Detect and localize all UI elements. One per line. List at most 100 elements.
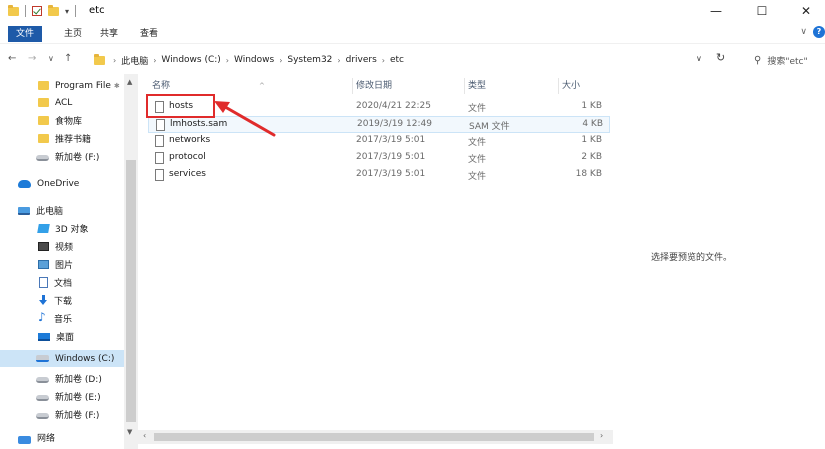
address-dropdown-button[interactable]: ∨ — [696, 54, 702, 63]
recent-locations-button[interactable]: ∨ — [48, 54, 54, 63]
computer-icon — [18, 206, 30, 215]
nav-item-acl[interactable]: ACL — [0, 94, 124, 111]
file-icon — [156, 119, 165, 131]
file-name: services — [169, 169, 206, 179]
file-row-services[interactable]: services 2017/3/19 5:01 文件 18 KB — [148, 167, 610, 184]
column-divider[interactable] — [464, 78, 465, 94]
file-type: 文件 — [468, 104, 487, 114]
breadcrumb-drivers[interactable]: drivers — [343, 55, 380, 65]
breadcrumb-windows[interactable]: Windows — [231, 55, 277, 65]
nav-item-drive-e[interactable]: 新加卷 (E:) — [0, 388, 124, 405]
column-header-type[interactable]: 类型 — [468, 78, 558, 94]
tab-home[interactable]: 主页 — [56, 26, 90, 42]
new-folder-icon[interactable] — [48, 4, 59, 16]
file-icon — [155, 152, 164, 164]
desktop-icon — [38, 332, 50, 341]
nav-scrollbar[interactable]: ▲ ▼ — [124, 74, 138, 449]
divider — [25, 5, 26, 17]
back-button[interactable]: ← — [8, 53, 16, 64]
chevron-right-icon[interactable]: › — [335, 56, 342, 65]
nav-item-windows-c[interactable]: Windows (C:) — [0, 350, 124, 367]
file-type: 文件 — [468, 155, 487, 165]
nav-item-desktop[interactable]: 桌面 — [0, 328, 124, 345]
search-box[interactable]: ⚲ 搜索"etc" — [748, 51, 825, 69]
file-date: 2019/3/19 12:49 — [357, 119, 432, 129]
nav-item-drive-f-quick[interactable]: 新加卷 (F:) — [0, 148, 124, 165]
breadcrumb-etc[interactable]: etc — [387, 55, 407, 65]
customize-toolbar-icon[interactable]: ▾ — [65, 7, 69, 16]
nav-item-downloads[interactable]: 下载 — [0, 292, 124, 309]
music-icon — [38, 310, 48, 324]
nav-item-food-library[interactable]: 食物库 — [0, 112, 124, 129]
scroll-right-icon[interactable]: › — [600, 431, 603, 440]
forward-button[interactable]: → — [28, 53, 36, 64]
horizontal-scrollbar-thumb[interactable] — [154, 433, 594, 441]
annotation-arrow — [214, 101, 276, 137]
up-button[interactable]: ↑ — [64, 53, 72, 64]
properties-icon[interactable] — [32, 6, 42, 16]
nav-item-onedrive[interactable]: OneDrive — [0, 175, 124, 192]
refresh-button[interactable]: ↻ — [716, 51, 725, 64]
minimize-button[interactable]: — — [694, 0, 738, 22]
column-header-date[interactable]: 修改日期 — [356, 78, 466, 94]
nav-item-label: OneDrive — [37, 178, 80, 189]
preview-pane: 选择要预览的文件。 — [613, 74, 825, 449]
column-header-size[interactable]: 大小 — [562, 78, 612, 94]
breadcrumb-this-pc[interactable]: 此电脑 — [118, 54, 151, 67]
search-icon: ⚲ — [754, 54, 762, 66]
breadcrumb-system32[interactable]: System32 — [284, 55, 335, 65]
title-bar: ▾ etc — ☐ ✕ — [0, 0, 825, 24]
address-path[interactable]: › 此电脑 › Windows (C:) › Windows › System3… — [94, 51, 704, 69]
drive-icon — [36, 155, 49, 161]
file-size: 1 KB — [581, 135, 602, 145]
scroll-down-icon[interactable]: ▼ — [127, 428, 132, 436]
breadcrumb-windows-c[interactable]: Windows (C:) — [158, 55, 223, 65]
drive-icon — [36, 413, 49, 419]
nav-scrollbar-thumb[interactable] — [126, 160, 136, 422]
horizontal-scrollbar[interactable]: ‹ › — [138, 430, 613, 444]
expand-ribbon-icon[interactable]: ∨ — [800, 27, 807, 37]
nav-item-pictures[interactable]: 图片 — [0, 256, 124, 273]
file-date: 2017/3/19 5:01 — [356, 152, 426, 162]
search-placeholder[interactable]: 搜索"etc" — [767, 54, 807, 67]
tab-share[interactable]: 共享 — [92, 26, 126, 42]
nav-item-recommended-books[interactable]: 推荐书籍 — [0, 130, 124, 147]
column-header-name[interactable]: 名称 ^ — [152, 78, 352, 94]
file-date: 2017/3/19 5:01 — [356, 169, 426, 179]
nav-item-documents[interactable]: 文档 — [0, 274, 124, 291]
nav-item-network[interactable]: 网络 — [0, 430, 124, 444]
scroll-up-icon[interactable]: ▲ — [127, 78, 132, 86]
chevron-right-icon[interactable]: › — [151, 56, 158, 65]
nav-item-label: 新加卷 (F:) — [55, 153, 100, 163]
tab-file[interactable]: 文件 — [8, 26, 43, 42]
help-icon[interactable]: ? — [813, 26, 825, 38]
windows-drive-icon — [36, 355, 49, 362]
nav-item-this-pc[interactable]: 此电脑 — [0, 202, 124, 219]
scroll-left-icon[interactable]: ‹ — [143, 431, 146, 440]
chevron-right-icon[interactable]: › — [111, 56, 118, 65]
chevron-right-icon[interactable]: › — [277, 56, 284, 65]
column-divider[interactable] — [558, 78, 559, 94]
close-button[interactable]: ✕ — [784, 0, 825, 22]
nav-item-drive-d[interactable]: 新加卷 (D:) — [0, 370, 124, 387]
file-row-protocol[interactable]: protocol 2017/3/19 5:01 文件 2 KB — [148, 150, 610, 167]
nav-item-program-files[interactable]: Program File ✱ — [0, 77, 124, 94]
quick-access-toolbar: ▾ — [8, 4, 77, 17]
nav-item-label: 3D 对象 — [55, 225, 89, 235]
ribbon-controls: ∨ ? — [800, 26, 825, 38]
nav-item-music[interactable]: 音乐 — [0, 310, 124, 327]
nav-item-videos[interactable]: 视频 — [0, 238, 124, 255]
chevron-right-icon[interactable]: › — [380, 56, 387, 65]
documents-icon — [39, 277, 48, 288]
nav-item-3d-objects[interactable]: 3D 对象 — [0, 220, 124, 237]
maximize-button[interactable]: ☐ — [740, 0, 784, 22]
tab-view[interactable]: 查看 — [132, 26, 166, 42]
folder-icon — [38, 116, 49, 125]
nav-item-drive-f[interactable]: 新加卷 (F:) — [0, 406, 124, 423]
navigation-pane[interactable]: Program File ✱ ACL 食物库 推荐书籍 新加卷 (F:) One… — [0, 74, 138, 449]
nav-item-label: ACL — [55, 97, 73, 108]
column-divider[interactable] — [352, 78, 353, 94]
file-size: 18 KB — [575, 169, 602, 179]
file-date: 2017/3/19 5:01 — [356, 135, 426, 145]
chevron-right-icon[interactable]: › — [224, 56, 231, 65]
